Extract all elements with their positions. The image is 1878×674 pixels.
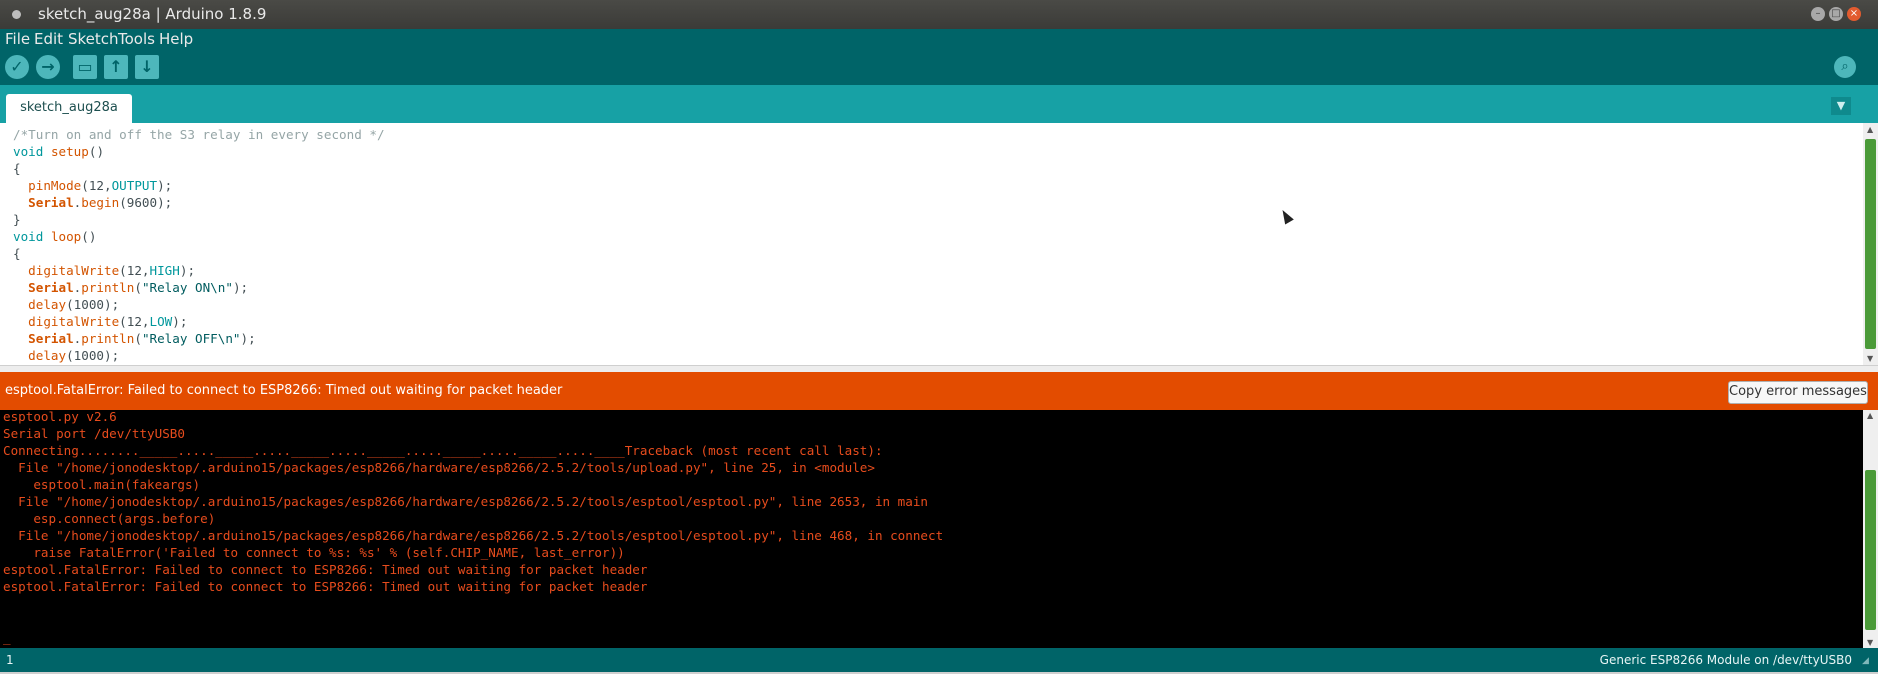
code-line: { (13, 246, 21, 261)
editor-scrollbar[interactable]: ▲ ▼ (1863, 123, 1878, 365)
new-sketch-button[interactable]: ▭ (73, 55, 97, 79)
console-line: esptool.FatalError: Failed to connect to… (3, 562, 648, 577)
line-number: 1 (6, 653, 14, 667)
error-message: esptool.FatalError: Failed to connect to… (5, 383, 563, 398)
menu-edit[interactable]: Edit (34, 30, 63, 48)
menu-tools[interactable]: Tools (118, 30, 155, 48)
menu-bar: File Edit Sketch Tools Help (0, 29, 1878, 49)
console-output[interactable]: esptool.py v2.6 Serial port /dev/ttyUSB0… (0, 408, 1878, 648)
console-scrollbar-thumb[interactable] (1865, 470, 1876, 630)
serial-monitor-button[interactable]: ⌕ (1834, 56, 1856, 78)
maximize-button[interactable]: □ (1829, 7, 1843, 21)
console-line: esp.connect(args.before) (3, 511, 216, 526)
console-line: esptool.py v2.6 (3, 409, 117, 424)
console-scrollbar[interactable]: ▲ ▼ (1863, 410, 1878, 648)
code-line: Serial.println("Relay OFF\n"); (28, 331, 256, 346)
close-button[interactable]: × (1847, 7, 1861, 21)
editor-scrollbar-thumb[interactable] (1865, 139, 1876, 349)
code-line: { (13, 161, 21, 176)
copy-error-messages-button[interactable]: Copy error messages (1728, 381, 1868, 404)
code-line: void loop() (13, 229, 97, 244)
code-editor[interactable]: /*Turn on and off the S3 relay in every … (0, 123, 1878, 365)
code-line: } (13, 212, 21, 227)
scroll-up-icon[interactable]: ▲ (1867, 411, 1873, 420)
mouse-pointer-icon (1278, 207, 1294, 225)
tab-menu-dropdown-icon[interactable]: ▼ (1831, 97, 1851, 115)
verify-button[interactable]: ✓ (5, 55, 29, 79)
resize-grip-icon[interactable]: ◢ (1862, 656, 1874, 668)
console-line: Serial port /dev/ttyUSB0 (3, 426, 185, 441)
error-bar: esptool.FatalError: Failed to connect to… (0, 372, 1878, 410)
open-sketch-button[interactable]: ↑ (104, 55, 128, 79)
board-port-info: Generic ESP8266 Module on /dev/ttyUSB0 (1599, 653, 1852, 667)
code-line: digitalWrite(12,HIGH); (28, 263, 196, 278)
arduino-ide-window: sketch_aug28a | Arduino 1.8.9 – □ × File… (0, 0, 1878, 674)
menu-help[interactable]: Help (159, 30, 193, 48)
console-line: raise FatalError('Failed to connect to %… (3, 545, 625, 560)
menu-sketch[interactable]: Sketch (68, 30, 119, 48)
code-line: Serial.begin(9600); (28, 195, 173, 210)
console-text: esptool.py v2.6 Serial port /dev/ttyUSB0… (3, 408, 943, 646)
toolbar: ✓ → ▭ ↑ ↓ ⌕ (0, 49, 1878, 85)
code-line: delay(1000); (28, 297, 120, 312)
upload-button[interactable]: → (36, 55, 60, 79)
window-menu-icon[interactable] (12, 10, 21, 19)
code-line: void setup() (13, 144, 105, 159)
code-line: digitalWrite(12,LOW); (28, 314, 188, 329)
title-bar: sketch_aug28a | Arduino 1.8.9 – □ × (0, 0, 1878, 29)
code-line: delay(1000); (28, 348, 120, 363)
code-line: pinMode(12,OUTPUT); (28, 178, 173, 193)
console-line: File "/home/jonodesktop/.arduino15/packa… (3, 460, 875, 475)
console-line: esptool.FatalError: Failed to connect to… (3, 579, 648, 594)
scroll-down-icon[interactable]: ▼ (1867, 638, 1873, 647)
console-line: _ (3, 630, 11, 645)
window-title: sketch_aug28a | Arduino 1.8.9 (38, 5, 267, 23)
code-line: Serial.println("Relay ON\n"); (28, 280, 249, 295)
code-comment: /*Turn on and off the S3 relay in every … (13, 127, 385, 142)
code-text[interactable]: /*Turn on and off the S3 relay in every … (13, 126, 385, 364)
tab-sketch[interactable]: sketch_aug28a (6, 94, 132, 123)
save-sketch-button[interactable]: ↓ (135, 55, 159, 79)
menu-file[interactable]: File (5, 30, 30, 48)
scroll-up-icon[interactable]: ▲ (1867, 125, 1873, 134)
console-line: File "/home/jonodesktop/.arduino15/packa… (3, 528, 944, 543)
scroll-down-icon[interactable]: ▼ (1867, 354, 1873, 363)
minimize-button[interactable]: – (1811, 7, 1825, 21)
tab-bar: sketch_aug28a ▼ (0, 85, 1878, 123)
console-line: esptool.main(fakeargs) (3, 477, 201, 492)
console-line: Connecting........_____....._____.....__… (3, 443, 883, 458)
status-bar: 1 Generic ESP8266 Module on /dev/ttyUSB0… (0, 648, 1878, 672)
console-line: File "/home/jonodesktop/.arduino15/packa… (3, 494, 929, 509)
